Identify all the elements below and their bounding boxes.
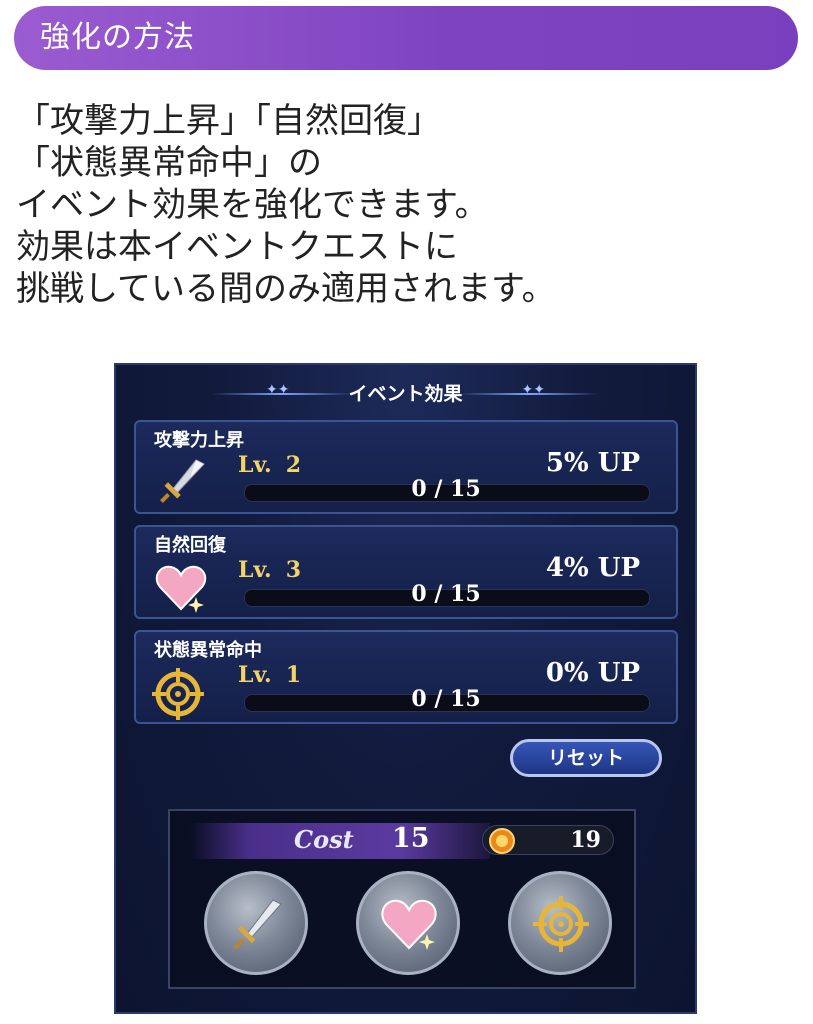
- cost-value: 15: [392, 823, 430, 854]
- description-line: 効果は本イベントクエストに: [16, 227, 458, 267]
- description-line: 挑戦している間のみ適用されます。: [16, 269, 556, 309]
- bonus-value: 5% UP: [545, 448, 640, 478]
- crosshair-icon: [533, 896, 589, 952]
- progress-text: 0 / 15: [411, 476, 481, 502]
- heart-icon: [381, 899, 437, 950]
- event-effect-panel: ✦✦ イベント効果 ✦✦ 攻撃力上昇 Lv. 2 5% UP 0 / 15 自然回…: [114, 363, 697, 1014]
- level-value: 3: [285, 557, 302, 583]
- level-label: Lv.: [238, 557, 272, 583]
- progress-text: 0 / 15: [411, 581, 481, 607]
- description-line: イベント効果を強化できます。: [16, 185, 489, 225]
- panel-header: ✦✦ イベント効果 ✦✦: [116, 379, 695, 409]
- description-line: 「攻撃力上昇」「自然回復」: [16, 101, 441, 141]
- description-text: 「攻撃力上昇」「自然回復」 「状態異常命中」の イベント効果を強化できます。 効…: [16, 100, 796, 310]
- sword-icon: [152, 454, 210, 510]
- effect-row-status: 状態異常命中 Lv. 1 0% UP 0 / 15: [134, 630, 678, 724]
- level-label: Lv.: [238, 662, 272, 688]
- section-header: 強化の方法: [14, 6, 798, 70]
- level-label: Lv.: [238, 452, 272, 478]
- coin-counter: 19: [482, 825, 614, 855]
- heart-icon: [152, 559, 210, 615]
- coin-count: 19: [570, 827, 601, 853]
- cost-label: Cost: [294, 825, 354, 854]
- reset-button[interactable]: リセット: [510, 739, 662, 777]
- sparkle-icon: ✦✦: [521, 382, 545, 398]
- effect-name: 攻撃力上昇: [154, 430, 244, 451]
- sword-icon: [233, 899, 282, 950]
- effect-name: 自然回復: [154, 535, 226, 556]
- level-value: 2: [285, 452, 302, 478]
- level-display: Lv. 2: [238, 452, 301, 478]
- effect-row-regen: 自然回復 Lv. 3 4% UP 0 / 15: [134, 525, 678, 619]
- effect-row-attack: 攻撃力上昇 Lv. 2 5% UP 0 / 15: [134, 420, 678, 514]
- effect-name: 状態異常命中: [154, 640, 262, 661]
- bonus-value: 4% UP: [545, 553, 640, 583]
- panel-title: イベント効果: [348, 383, 463, 405]
- decorative-line: [459, 393, 599, 395]
- bonus-value: 0% UP: [545, 658, 640, 688]
- upgrade-attack-button[interactable]: [204, 871, 308, 975]
- sparkle-icon: ✦✦: [266, 382, 290, 398]
- coin-icon: [489, 828, 515, 854]
- level-value: 1: [285, 662, 302, 688]
- crosshair-icon: [152, 664, 210, 720]
- description-line: 「状態異常命中」の: [16, 143, 322, 183]
- level-display: Lv. 1: [238, 662, 301, 688]
- progress-text: 0 / 15: [411, 686, 481, 712]
- section-title: 強化の方法: [40, 20, 195, 55]
- upgrade-status-button[interactable]: [508, 871, 612, 975]
- upgrade-regen-button[interactable]: [356, 871, 460, 975]
- level-display: Lv. 3: [238, 557, 301, 583]
- cost-area: Cost 15 19: [168, 809, 636, 989]
